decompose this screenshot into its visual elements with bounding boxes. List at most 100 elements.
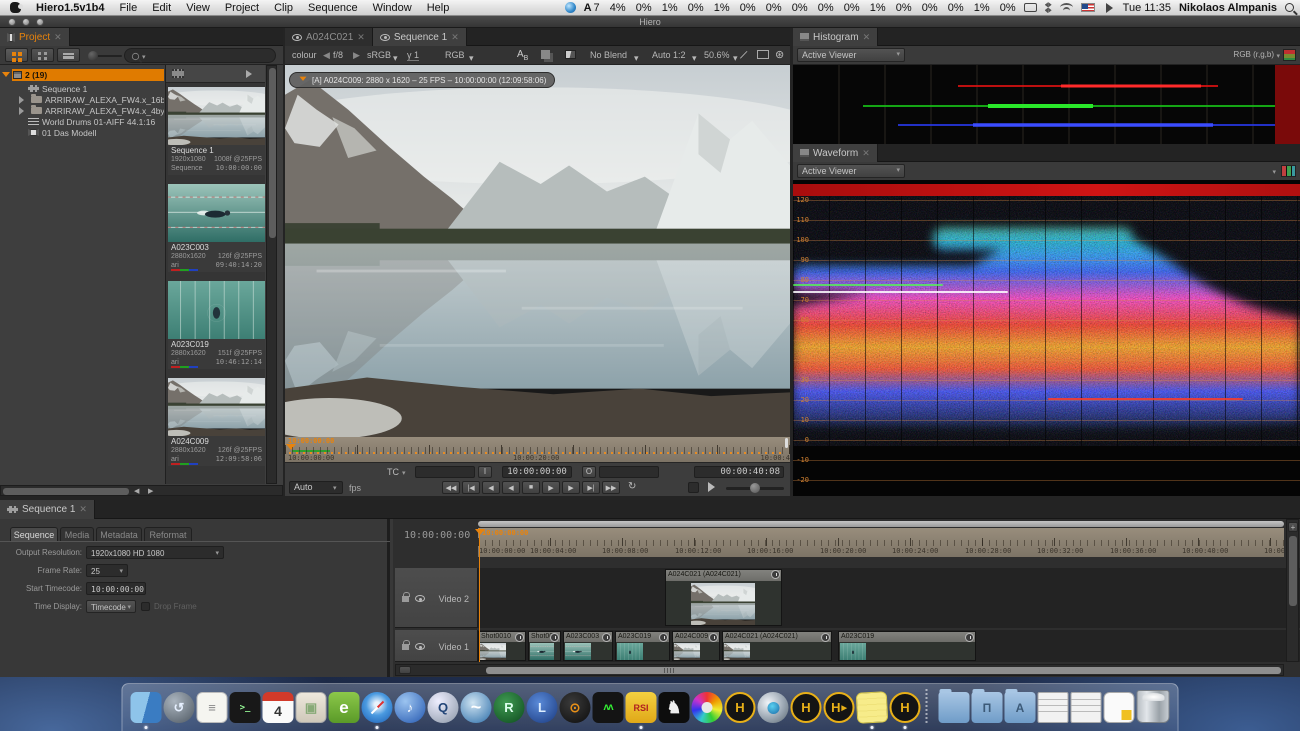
app-menu[interactable]: Hiero1.5v1b4 — [36, 2, 104, 14]
dock-item-folder-documents[interactable] — [939, 692, 970, 723]
close-icon[interactable]: ✕ — [54, 32, 62, 43]
histogram-source-select[interactable]: Active Viewer▾ — [797, 48, 905, 62]
goto-start-button[interactable]: ◀◀ — [442, 481, 460, 494]
timeline-clip-shot00[interactable]: Shot00 — [528, 631, 561, 661]
colorspace-selector[interactable]: sRGB — [367, 50, 391, 60]
track-header-video1[interactable]: Video 1 — [395, 630, 478, 662]
step-forward-button[interactable]: ▶ — [562, 481, 580, 494]
app-switcher-icon[interactable]: A — [584, 2, 592, 14]
dock-item-horse-app[interactable]: ♞ — [659, 692, 690, 723]
dock-item-l-pinwheel[interactable]: L — [527, 692, 558, 723]
dock-item-folder-library[interactable]: Π — [972, 692, 1003, 723]
apple-menu-icon[interactable] — [10, 2, 21, 13]
menu-file[interactable]: File — [119, 2, 137, 14]
prev-edit-button[interactable]: |◀ — [462, 481, 480, 494]
gamma-value[interactable]: γ 1 — [407, 50, 419, 61]
dock-item-rsi-report[interactable] — [1104, 692, 1135, 723]
dock-item-itunes[interactable]: ♪ — [395, 692, 426, 723]
retime-clock-icon[interactable] — [821, 633, 830, 642]
menu-clip[interactable]: Clip — [274, 2, 293, 14]
out-point-field[interactable] — [599, 466, 659, 478]
dock-item-evernote[interactable]: e — [329, 692, 360, 723]
user-menu[interactable]: Nikolaos Almpanis — [1179, 2, 1277, 14]
thumbnail-size-slider-knob[interactable] — [88, 51, 98, 61]
timeline-clip-a024c021[interactable]: A024C021 (A024C021) — [722, 631, 832, 661]
project-hscrollbar[interactable]: ◀ ▶ — [0, 485, 283, 496]
menu-project[interactable]: Project — [225, 2, 259, 14]
dock-item-hiero[interactable]: H — [725, 692, 756, 723]
detail-view-button[interactable] — [31, 48, 54, 62]
tree-item-sequence[interactable]: Sequence 1 — [28, 83, 87, 94]
play-backward-button[interactable]: ◀ — [502, 481, 520, 494]
tree-item-bin[interactable]: 2 (19) — [2, 69, 47, 80]
waveform-source-select[interactable]: Active Viewer▾ — [797, 164, 905, 178]
scrollbar-thumb[interactable] — [269, 68, 276, 238]
sync-status-icon[interactable] — [565, 2, 576, 13]
output-resolution-select[interactable]: 1920x1080 HD 1080▾ — [86, 546, 224, 559]
tab-metadata[interactable]: Metadata — [96, 527, 142, 541]
current-timecode-field[interactable]: 10:00:00:00 — [502, 466, 572, 478]
audio-speaker-icon[interactable] — [246, 70, 256, 78]
close-icon[interactable]: ✕ — [451, 32, 459, 43]
scrollbar-thumb[interactable] — [486, 667, 1281, 674]
exposure-up-icon[interactable]: ▶ — [353, 50, 360, 61]
close-icon[interactable]: ✕ — [863, 32, 871, 43]
dock-item-openoffice[interactable]: ~ — [461, 692, 492, 723]
tree-item-folder-16by[interactable]: ARRIRAW_ALEXA_FW4.x_16by — [16, 94, 164, 105]
wifi-icon[interactable] — [1060, 3, 1073, 12]
proxy-selector[interactable]: Auto 1:2 — [652, 50, 686, 60]
set-out-button[interactable]: O — [582, 466, 596, 478]
scroll-left-icon[interactable]: ◀ — [134, 487, 139, 495]
thumbnail-card-sequence1[interactable]: Sequence 1 1920x10801008f @25FPS Sequenc… — [168, 87, 265, 175]
menu-clock[interactable]: Tue 11:35 — [1123, 2, 1171, 14]
menu-window[interactable]: Window — [373, 2, 412, 14]
dock-item-quicktime[interactable]: Q — [428, 692, 459, 723]
timeline-clip-a023c019[interactable]: A023C019 — [615, 631, 670, 661]
chevron-down-icon[interactable]: ▾ — [733, 53, 738, 64]
tab-reformat[interactable]: Reformat — [144, 527, 192, 541]
input-language-flag-icon[interactable] — [1081, 3, 1095, 12]
goto-end-button[interactable]: ▶▶ — [602, 481, 620, 494]
volume-menu-icon[interactable] — [1106, 3, 1118, 13]
dock-item-dashboard[interactable]: ⊙ — [560, 692, 591, 723]
chevron-down-icon[interactable]: ▾ — [393, 53, 398, 64]
tab-sequence1-viewer[interactable]: Sequence 1 ✕ — [373, 28, 467, 46]
dock-item-stack-1[interactable] — [1038, 692, 1069, 723]
rgb-parade-icon[interactable] — [1281, 165, 1296, 177]
menu-help[interactable]: Help — [427, 2, 450, 14]
close-icon[interactable]: ✕ — [79, 504, 87, 515]
scroll-button[interactable] — [399, 666, 411, 674]
chevron-down-icon[interactable]: ▾ — [469, 53, 474, 64]
chevron-down-icon[interactable]: ▾ — [1276, 52, 1280, 60]
dock-item-hiero-3[interactable]: H — [890, 692, 921, 723]
start-timecode-field[interactable]: 10:00:00:00 — [86, 582, 146, 595]
exposure-value[interactable]: f/8 — [333, 50, 343, 60]
retime-clock-icon[interactable] — [709, 633, 718, 642]
tab-project[interactable]: Project ✕ — [0, 28, 70, 46]
retime-clock-icon[interactable] — [659, 633, 668, 642]
viewer-image[interactable] — [285, 65, 790, 437]
timeline-clip-a023c003[interactable]: A023C003 — [563, 631, 613, 661]
rgb-channels-icon[interactable] — [1283, 49, 1296, 61]
histogram-mode-label[interactable]: RGB (r,g,b) — [1234, 50, 1274, 59]
play-button[interactable]: ▶ — [542, 481, 560, 494]
retime-clock-icon[interactable] — [602, 633, 611, 642]
tab-a024c021[interactable]: A024C021 ✕ — [285, 28, 373, 46]
step-back-button[interactable]: ◀ — [482, 481, 500, 494]
timeline-clip-a023c019-2[interactable]: A023C019 — [838, 631, 976, 661]
retime-clock-icon[interactable] — [515, 633, 524, 642]
chevron-down-icon[interactable]: ▾ — [402, 469, 406, 477]
zoom-level-selector[interactable]: 50.6% — [704, 50, 730, 60]
lock-icon[interactable] — [402, 644, 409, 650]
channel-selector[interactable]: colour — [292, 50, 317, 60]
dock-item-activity-monitor[interactable]: ʌʌ — [593, 692, 624, 723]
chevron-down-icon[interactable]: ▾ — [634, 53, 639, 64]
gear-icon[interactable]: ⊛ — [775, 48, 784, 61]
wipe-icon[interactable] — [565, 50, 576, 59]
thumbnail-scrollbar[interactable] — [266, 65, 277, 484]
search-filter-caret-icon[interactable]: ▾ — [142, 53, 146, 61]
tc-mode-selector[interactable]: TC — [387, 467, 399, 477]
dock-item-hieroplayer[interactable]: H▶ — [824, 692, 855, 723]
dock-item-time-machine[interactable]: ↺ — [164, 692, 195, 723]
tab-histogram[interactable]: Histogram ✕ — [793, 28, 878, 46]
